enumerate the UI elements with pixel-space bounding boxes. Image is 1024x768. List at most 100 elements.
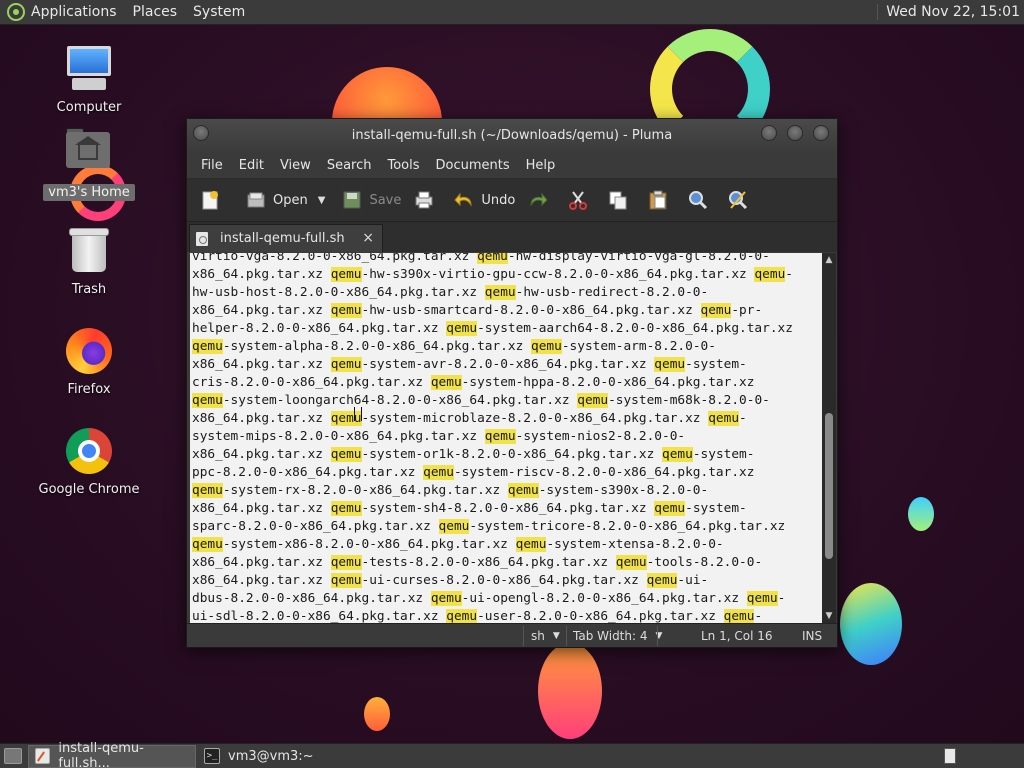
- show-desktop-button[interactable]: [4, 748, 22, 764]
- code-line: helper-8.2.0-0-x86_64.pkg.tar.xz qemu-sy…: [192, 320, 822, 338]
- scrollbar-thumb[interactable]: [825, 413, 833, 559]
- search-match-highlight: qemu: [330, 267, 362, 282]
- code-line: qemu-system-x86-8.2.0-0-x86_64.pkg.tar.x…: [192, 536, 822, 554]
- terminal-icon: >_: [204, 748, 220, 764]
- code-text: -ui-: [677, 573, 709, 588]
- system-menu[interactable]: System: [193, 4, 245, 20]
- redo-arrow-icon: [527, 189, 549, 211]
- code-text: -system-riscv-8.2.0-0-x86_64.pkg.tar.xz: [453, 465, 755, 480]
- desktop-icon-computer[interactable]: Computer: [34, 44, 144, 115]
- redo-button[interactable]: [521, 183, 561, 217]
- code-text: -system-aarch64-8.2.0-0-x86_64.pkg.tar.x…: [477, 321, 793, 336]
- distro-logo-icon[interactable]: [7, 3, 25, 21]
- undo-arrow-icon: [453, 189, 475, 211]
- window-titlebar[interactable]: install-qemu-full.sh (~/Downloads/qemu) …: [187, 119, 837, 152]
- code-line: x86_64.pkg.tar.xz qemu-system-microblaze…: [192, 410, 822, 428]
- code-text: x86_64.pkg.tar.xz: [192, 447, 331, 462]
- tab-width-value: Tab Width: 4: [573, 628, 648, 643]
- code-line: ppc-8.2.0-0-x86_64.pkg.tar.xz qemu-syste…: [192, 464, 822, 482]
- search-match-highlight: qemu: [423, 465, 454, 480]
- desktop-icon-firefox[interactable]: Firefox: [34, 326, 144, 397]
- window-menu-button[interactable]: [193, 125, 209, 141]
- menu-file[interactable]: File: [193, 154, 231, 177]
- code-text: ppc-8.2.0-0-x86_64.pkg.tar.xz: [192, 465, 424, 480]
- save-button[interactable]: Save: [335, 183, 407, 217]
- replace-button[interactable]: [721, 183, 761, 217]
- workspace-switcher[interactable]: [944, 748, 956, 764]
- new-button[interactable]: [193, 183, 233, 217]
- code-text: -user-8.2.0-0-x86_64.pkg.tar.xz: [477, 609, 724, 623]
- code-line: system-mips-8.2.0-0-x86_64.pkg.tar.xz qe…: [192, 428, 822, 446]
- copy-icon: [607, 189, 629, 211]
- find-button[interactable]: [681, 183, 721, 217]
- code-line: cris-8.2.0-0-x86_64.pkg.tar.xz qemu-syst…: [192, 374, 822, 392]
- menu-search[interactable]: Search: [319, 154, 380, 177]
- code-text: -system-loongarch64-8.2.0-0-x86_64.pkg.t…: [222, 393, 578, 408]
- search-match-highlight: qemu: [330, 573, 362, 588]
- document-icon: [196, 231, 208, 246]
- code-line: ui-sdl-8.2.0-0-x86_64.pkg.tar.xz qemu-us…: [192, 608, 822, 623]
- code-text: -: [785, 267, 793, 282]
- menu-edit[interactable]: Edit: [231, 154, 272, 177]
- status-separator: [566, 626, 567, 646]
- menu-tools[interactable]: Tools: [379, 154, 427, 177]
- code-text: -system-: [685, 357, 747, 372]
- search-match-highlight: qemu: [430, 591, 462, 606]
- copy-button[interactable]: [601, 183, 641, 217]
- maximize-button[interactable]: [787, 125, 803, 141]
- close-tab-icon[interactable]: ×: [362, 230, 374, 246]
- cut-button[interactable]: [561, 183, 601, 217]
- open-button[interactable]: Open ▼: [239, 183, 335, 217]
- open-label: Open: [273, 192, 308, 208]
- search-match-highlight: qemu: [446, 609, 478, 623]
- insert-mode: INS: [802, 628, 823, 643]
- code-text: -system-xtensa-8.2.0-0-: [546, 537, 724, 552]
- close-window-button[interactable]: [813, 125, 829, 141]
- code-line: x86_64.pkg.tar.xz qemu-hw-s390x-virtio-g…: [192, 266, 822, 284]
- tab-width-selector[interactable]: Tab Width: 4 ▼: [573, 629, 662, 643]
- code-line: qemu-system-loongarch64-8.2.0-0-x86_64.p…: [192, 392, 822, 410]
- menubar: File Edit View Search Tools Documents He…: [187, 152, 837, 178]
- code-line: qemu-system-rx-8.2.0-0-x86_64.pkg.tar.xz…: [192, 482, 822, 500]
- open-dropdown-arrow-icon[interactable]: ▼: [318, 195, 326, 206]
- desktop-icon-home[interactable]: vm3's Home: [34, 128, 144, 201]
- text-editor[interactable]: virtio-vga-8.2.0-0-x86_64.pkg.tar.xz qem…: [190, 253, 822, 623]
- places-menu[interactable]: Places: [133, 4, 178, 20]
- code-line: x86_64.pkg.tar.xz qemu-system-sh4-8.2.0-…: [192, 500, 822, 518]
- clock[interactable]: Wed Nov 22, 15:01: [877, 4, 1024, 20]
- vertical-scrollbar[interactable]: ▲ ▼: [822, 253, 836, 623]
- search-match-highlight: qemu: [430, 375, 462, 390]
- desktop-icon-trash[interactable]: Trash: [34, 226, 144, 297]
- cursor-position: Ln 1, Col 16: [701, 628, 773, 643]
- language-value: sh: [531, 628, 545, 643]
- code-text: system-mips-8.2.0-0-x86_64.pkg.tar.xz: [192, 429, 485, 444]
- applications-menu[interactable]: Applications: [31, 4, 117, 20]
- taskbar-item-terminal[interactable]: >_ vm3@vm3:~: [198, 745, 398, 768]
- scroll-down-arrow-icon[interactable]: ▼: [824, 611, 834, 621]
- code-line: x86_64.pkg.tar.xz qemu-tests-8.2.0-0-x86…: [192, 554, 822, 572]
- code-text: -: [754, 609, 763, 623]
- menu-help[interactable]: Help: [518, 154, 564, 177]
- tab-install-qemu-full[interactable]: install-qemu-full.sh ×: [189, 224, 383, 252]
- search-match-highlight: qemu: [700, 303, 732, 318]
- search-match-highlight: qemu: [477, 253, 508, 264]
- undo-button[interactable]: Undo: [447, 183, 521, 217]
- code-text: x86_64.pkg.tar.xz: [192, 357, 331, 372]
- scroll-up-arrow-icon[interactable]: ▲: [824, 255, 834, 265]
- code-text: -system-microblaze-8.2.0-0-x86_64.pkg.ta…: [361, 411, 709, 426]
- menu-view[interactable]: View: [272, 154, 319, 177]
- firefox-icon: [64, 326, 114, 376]
- window-title: install-qemu-full.sh (~/Downloads/qemu) …: [351, 128, 673, 143]
- taskbar-item-pluma[interactable]: install-qemu-full.sh...: [28, 741, 196, 768]
- code-text: -system-rx-8.2.0-0-x86_64.pkg.tar.xz: [222, 483, 508, 498]
- language-selector[interactable]: sh ▼: [531, 629, 560, 643]
- menu-documents[interactable]: Documents: [428, 154, 518, 177]
- paste-button[interactable]: [641, 183, 681, 217]
- desktop-icon-chrome[interactable]: Google Chrome: [34, 426, 144, 497]
- minimize-button[interactable]: [761, 125, 777, 141]
- search-match-highlight: qemu: [192, 537, 223, 552]
- computer-icon: [64, 44, 114, 94]
- print-button[interactable]: [407, 183, 447, 217]
- code-text: -system-nios2-8.2.0-0-: [515, 429, 686, 444]
- code-text: -system-: [685, 501, 747, 516]
